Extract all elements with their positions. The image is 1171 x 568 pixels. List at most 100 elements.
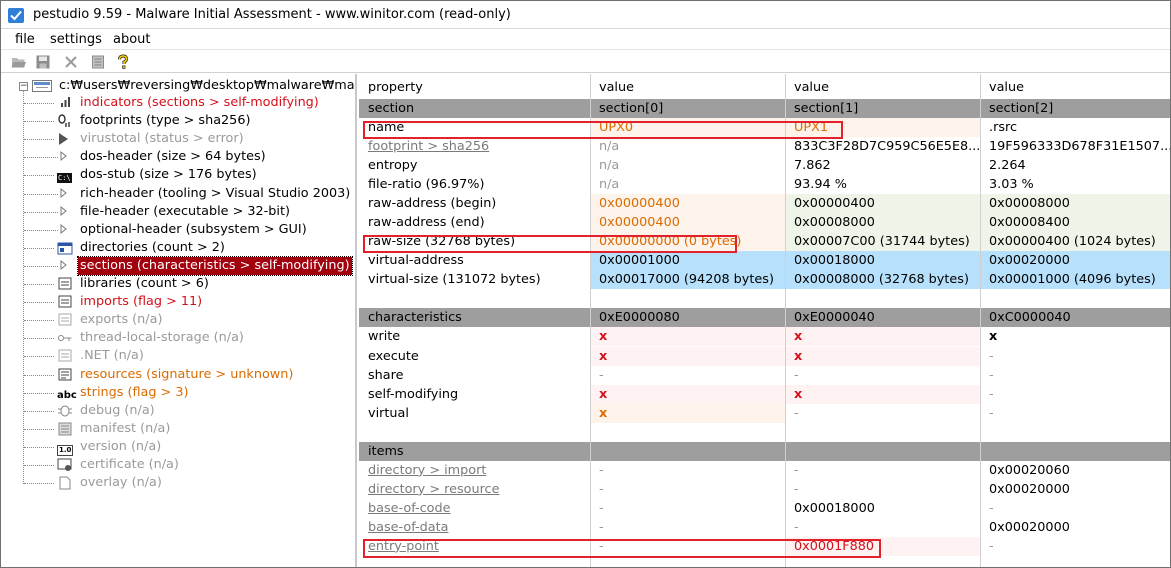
table-row[interactable]: execute x x - xyxy=(359,346,1170,366)
expand-arrow-icon[interactable] xyxy=(59,205,76,219)
table-row[interactable]: directory > resource - - 0x00020000 xyxy=(359,480,1170,499)
table-cell: 0x00007C00 (31744 bytes) xyxy=(785,232,980,252)
table-cell: 0x00020000 xyxy=(989,519,1070,535)
table-cell: 0x0001F880 xyxy=(785,536,980,556)
table-row[interactable]: share - - - xyxy=(359,366,1170,385)
table-cell xyxy=(785,289,980,308)
table-row[interactable]: virtual x - - xyxy=(359,403,1170,423)
tree-item[interactable]: abc strings (flag > 3) xyxy=(1,384,355,402)
table-row[interactable]: directory > import - - 0x00020060 xyxy=(359,461,1170,480)
table-cell: 0x00001000 xyxy=(590,251,785,271)
table-row[interactable]: write x x x xyxy=(359,327,1170,347)
tree-item[interactable]: manifest (n/a) xyxy=(1,420,355,438)
table-row[interactable]: raw-size (32768 bytes) 0x00000000 (0 byte… xyxy=(359,232,1170,252)
expand-arrow-icon[interactable] xyxy=(59,223,76,237)
tree-item-label: dos-stub (size > 176 bytes) xyxy=(80,167,257,183)
tree-item[interactable]: libraries (count > 6) xyxy=(1,275,355,293)
tree-item[interactable]: thread-local-storage (n/a) xyxy=(1,329,355,347)
table-group-header[interactable]: section section[0] section[1] section[2] xyxy=(359,99,1170,118)
expand-arrow-icon[interactable] xyxy=(59,150,76,164)
column-header-value-2[interactable]: value xyxy=(980,78,1170,97)
table-group-header[interactable]: characteristics 0xE0000080 0xE0000040 0xC00… xyxy=(359,308,1170,328)
menu-settings[interactable]: settings xyxy=(50,32,102,47)
table-row[interactable]: entropy n/a 7.862 2.264 xyxy=(359,156,1170,175)
tree-item[interactable]: file-header (executable > 32-bit) xyxy=(1,203,355,221)
tree-item[interactable]: resources (signature > unknown) xyxy=(1,366,355,384)
table-row[interactable]: base-of-data - - 0x00020000 xyxy=(359,518,1170,537)
tree-item[interactable]: sections (characteristics > self-modifyi… xyxy=(1,255,355,276)
tree-item[interactable]: dos-header (size > 64 bytes) xyxy=(1,148,355,166)
tree-item[interactable]: virustotal (status > error) xyxy=(1,130,355,148)
tree-item-label: certificate (n/a) xyxy=(80,457,179,472)
tree-item[interactable]: imports (flag > 11) xyxy=(1,293,355,311)
column-header-value-0[interactable]: value xyxy=(590,78,785,97)
table-cell: characteristics xyxy=(359,308,590,328)
tree-root-path[interactable]: c:₩users₩reversing₩desktop₩malware₩malwa… xyxy=(59,77,355,95)
table-cell: - xyxy=(599,481,604,497)
help-icon[interactable] xyxy=(115,54,131,70)
table-cell: section[1] xyxy=(785,99,980,118)
virustotal-icon xyxy=(57,132,74,146)
tree-connector xyxy=(24,229,58,231)
collapse-icon[interactable]: − xyxy=(19,82,28,91)
libraries-icon xyxy=(57,277,74,291)
tree-item[interactable]: C:\ dos-stub (size > 176 bytes) xyxy=(1,166,355,184)
table-cell: UPX0 xyxy=(590,118,785,138)
table-row[interactable]: footprint > sha256 n/a 833C3F28D7C959C56E5… xyxy=(359,137,1170,156)
expand-arrow-icon[interactable] xyxy=(59,259,76,273)
table-cell xyxy=(785,423,980,442)
tree-connector xyxy=(24,320,54,322)
table-cell: .rsrc xyxy=(989,120,1018,136)
table-group-header[interactable]: items xyxy=(359,441,1170,461)
table-cell: 0x00001000 (4096 bytes) xyxy=(980,270,1170,290)
table-cell: n/a xyxy=(599,177,620,193)
tree-item[interactable]: certificate (n/a) xyxy=(1,456,355,474)
tree-item[interactable]: indicators (sections > self-modifying) xyxy=(1,94,355,112)
table-row[interactable]: file-ratio (96.97%) n/a 93.94 % 3.03 % xyxy=(359,175,1170,194)
certificate-icon xyxy=(57,458,74,472)
tree-item[interactable]: debug (n/a) xyxy=(1,402,355,420)
tree-connector xyxy=(24,247,54,249)
table-row[interactable]: raw-address (end) 0x00000400 0x00008000 0x0… xyxy=(359,213,1170,233)
table-row[interactable]: virtual-address 0x00001000 0x00018000 0x000… xyxy=(359,251,1170,271)
tree-connector xyxy=(24,139,54,141)
column-header-property[interactable]: property xyxy=(359,78,590,97)
tree-item[interactable]: rich-header (tooling > Visual Studio 200… xyxy=(1,185,355,203)
tree-item[interactable]: .NET (n/a) xyxy=(1,347,355,365)
table-cell: self-modifying xyxy=(368,386,459,402)
table-cell: 0x00008000 (32768 bytes) xyxy=(785,270,980,290)
directories-icon xyxy=(57,241,74,255)
open-folder-icon[interactable] xyxy=(11,54,27,70)
tree-item[interactable]: directories (count > 2) xyxy=(1,239,355,257)
tree-item[interactable]: footprints (type > sha256) xyxy=(1,112,355,130)
expand-arrow-icon[interactable] xyxy=(59,187,76,201)
table-row[interactable]: base-of-code - 0x00018000 - xyxy=(359,499,1170,518)
tree-item[interactable]: overlay (n/a) xyxy=(1,474,355,492)
table-row[interactable]: self-modifying x x - xyxy=(359,384,1170,404)
table-row[interactable]: raw-address (begin) 0x00000400 0x00000400 0… xyxy=(359,194,1170,214)
table-row[interactable]: entry-point -0x0001F880- xyxy=(359,536,1170,556)
menu-file[interactable]: file xyxy=(15,32,35,47)
table-cell xyxy=(590,423,785,442)
table-header-row: property value value value xyxy=(359,78,1170,98)
table-cell: 0x00018000 xyxy=(785,251,980,271)
table-cell: n/a xyxy=(599,158,620,174)
tree-item[interactable]: 1.0 version (n/a) xyxy=(1,438,355,456)
column-header-value-1[interactable]: value xyxy=(785,78,980,97)
table-cell: - xyxy=(599,519,604,535)
pestudio-window: pestudio 9.59 - Malware Initial Assessme… xyxy=(0,0,1171,568)
tree-connector xyxy=(24,356,54,358)
table-cell: virtual-address xyxy=(368,253,464,269)
notes-icon[interactable] xyxy=(90,54,106,70)
tree-item[interactable]: optional-header (subsystem > GUI) xyxy=(1,221,355,239)
table-cell: x xyxy=(785,384,980,404)
table-row[interactable]: virtual-size (131072 bytes) 0x00017000 (9… xyxy=(359,270,1170,290)
table-row[interactable]: name UPX0 UPX1 .rsrc xyxy=(359,118,1170,138)
menu-about[interactable]: about xyxy=(113,32,151,47)
table-cell: entropy xyxy=(368,158,418,174)
close-file-icon[interactable] xyxy=(63,54,79,70)
table-cell: 0x00008000 xyxy=(785,213,980,233)
table-cell: 0x00017000 (94208 bytes) xyxy=(590,270,785,290)
save-icon[interactable] xyxy=(35,54,51,70)
tree-item[interactable]: exports (n/a) xyxy=(1,311,355,329)
